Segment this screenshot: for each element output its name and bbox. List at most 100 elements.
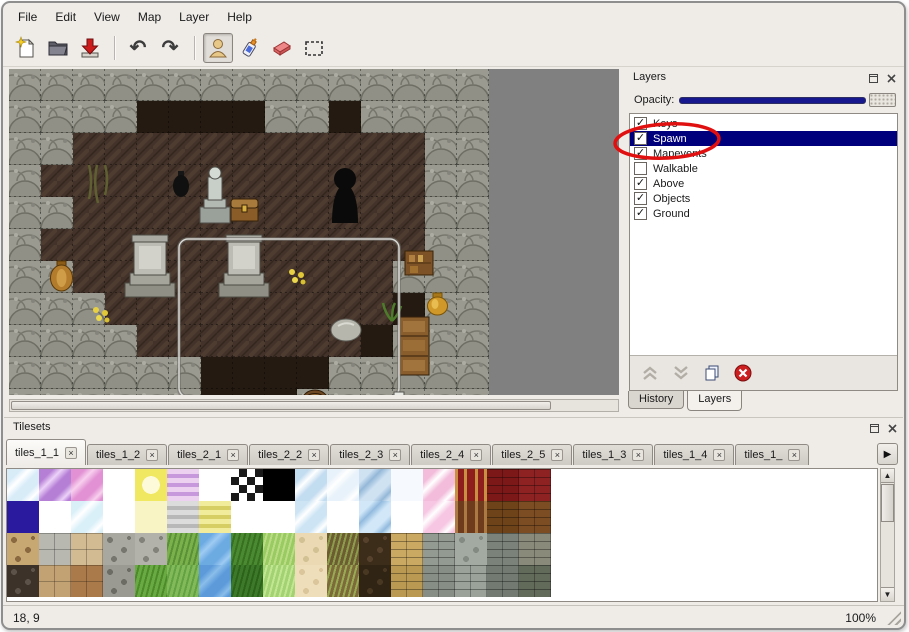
fill-tool-button[interactable] (235, 33, 265, 63)
palette-tile[interactable] (39, 501, 71, 533)
map-canvas[interactable] (9, 69, 619, 395)
tileset-tab-tiles_1_4[interactable]: tiles_1_4× (654, 444, 734, 465)
palette-tile[interactable] (519, 469, 551, 501)
tab-close-icon[interactable]: × (713, 449, 725, 461)
tileset-tab-tiles_1_2[interactable]: tiles_1_2× (87, 444, 167, 465)
palette-tile[interactable] (359, 565, 391, 597)
palette-tile[interactable] (295, 565, 327, 597)
palette-tile[interactable] (295, 469, 327, 501)
palette-tile[interactable] (231, 533, 263, 565)
palette-tile[interactable] (455, 533, 487, 565)
tab-close-icon[interactable]: × (551, 449, 563, 461)
palette-tile[interactable] (71, 533, 103, 565)
layer-checkbox[interactable]: ✓ (634, 207, 647, 220)
palette-tile[interactable] (199, 501, 231, 533)
palette-tile[interactable] (231, 469, 263, 501)
close-tilesets-button[interactable] (885, 421, 899, 435)
layer-row-spawn[interactable]: ✓Spawn (630, 131, 897, 146)
palette-tile[interactable] (199, 533, 231, 565)
palette-tile[interactable] (519, 533, 551, 565)
tileset-tab-tiles_1_3[interactable]: tiles_1_3× (573, 444, 653, 465)
tileset-tab-tiles_2_3[interactable]: tiles_2_3× (330, 444, 410, 465)
palette-tile[interactable] (135, 469, 167, 501)
palette-tile[interactable] (103, 533, 135, 565)
tileset-tab-tiles_2_1[interactable]: tiles_2_1× (168, 444, 248, 465)
palette-tile[interactable] (391, 469, 423, 501)
layer-row-mapevents[interactable]: ✓Mapevents (630, 146, 897, 161)
palette-tile[interactable] (487, 501, 519, 533)
palette-tile[interactable] (39, 469, 71, 501)
palette-tile[interactable] (135, 565, 167, 597)
layer-row-objects[interactable]: ✓Objects (630, 191, 897, 206)
palette-tile[interactable] (359, 533, 391, 565)
stamp-tool-button[interactable] (203, 33, 233, 63)
new-file-button[interactable] (11, 33, 41, 63)
duplicate-layer-button[interactable] (701, 362, 723, 384)
tileset-tab-tiles_1_[interactable]: tiles_1_× (735, 444, 809, 465)
layer-row-ground[interactable]: ✓Ground (630, 206, 897, 221)
palette-tile[interactable] (455, 501, 487, 533)
palette-tile[interactable] (295, 501, 327, 533)
raise-layer-button[interactable] (639, 362, 661, 384)
palette-tile[interactable] (71, 469, 103, 501)
resize-grip[interactable] (887, 611, 901, 625)
palette-tile[interactable] (135, 501, 167, 533)
tileset-palette[interactable] (6, 468, 878, 602)
tab-close-icon[interactable]: × (470, 449, 482, 461)
tab-close-icon[interactable]: × (788, 449, 800, 461)
layer-checkbox[interactable] (634, 162, 647, 175)
layer-row-above[interactable]: ✓Above (630, 176, 897, 191)
dock-tab-history[interactable]: History (628, 391, 684, 409)
redo-button[interactable]: ↷ (155, 33, 185, 63)
map-horizontal-scrollbar[interactable] (9, 399, 619, 412)
menu-map[interactable]: Map (129, 7, 170, 27)
layer-row-keys[interactable]: ✓Keys (630, 116, 897, 131)
palette-tile[interactable] (359, 501, 391, 533)
palette-tile[interactable] (231, 565, 263, 597)
layer-checkbox[interactable]: ✓ (634, 117, 647, 130)
palette-tile[interactable] (391, 533, 423, 565)
palette-tile[interactable] (167, 469, 199, 501)
menu-view[interactable]: View (85, 7, 129, 27)
palette-tile[interactable] (327, 533, 359, 565)
layer-checkbox[interactable]: ✓ (634, 132, 647, 145)
layer-checkbox[interactable]: ✓ (634, 147, 647, 160)
palette-tile[interactable] (327, 501, 359, 533)
palette-tile[interactable] (519, 501, 551, 533)
palette-tile[interactable] (455, 565, 487, 597)
palette-tile[interactable] (263, 469, 295, 501)
palette-tile[interactable] (71, 501, 103, 533)
palette-vertical-scrollbar[interactable]: ▲ ▼ (880, 468, 895, 602)
tileset-tab-tiles_2_5[interactable]: tiles_2_5× (492, 444, 572, 465)
layer-checkbox[interactable]: ✓ (634, 192, 647, 205)
palette-tile[interactable] (263, 501, 295, 533)
palette-tile[interactable] (103, 501, 135, 533)
undo-button[interactable]: ↶ (123, 33, 153, 63)
scroll-down-button[interactable]: ▼ (881, 587, 894, 601)
palette-tile[interactable] (199, 469, 231, 501)
save-button[interactable] (75, 33, 105, 63)
palette-tile[interactable] (359, 469, 391, 501)
palette-tile[interactable] (391, 501, 423, 533)
palette-tile[interactable] (263, 533, 295, 565)
palette-tile[interactable] (135, 533, 167, 565)
palette-tile[interactable] (487, 533, 519, 565)
palette-tile[interactable] (519, 565, 551, 597)
palette-tile[interactable] (39, 533, 71, 565)
palette-tile[interactable] (7, 565, 39, 597)
close-dock-button[interactable] (884, 71, 898, 85)
float-dock-button[interactable] (866, 71, 880, 85)
palette-tile[interactable] (327, 469, 359, 501)
palette-tile[interactable] (7, 501, 39, 533)
menu-edit[interactable]: Edit (46, 7, 85, 27)
opacity-slider[interactable] (679, 97, 866, 104)
palette-tile[interactable] (295, 533, 327, 565)
palette-tile[interactable] (71, 565, 103, 597)
palette-tile[interactable] (391, 565, 423, 597)
palette-tile[interactable] (231, 501, 263, 533)
open-file-button[interactable] (43, 33, 73, 63)
tab-close-icon[interactable]: × (146, 449, 158, 461)
palette-tile[interactable] (103, 565, 135, 597)
layer-row-walkable[interactable]: Walkable (630, 161, 897, 176)
palette-tile[interactable] (487, 565, 519, 597)
